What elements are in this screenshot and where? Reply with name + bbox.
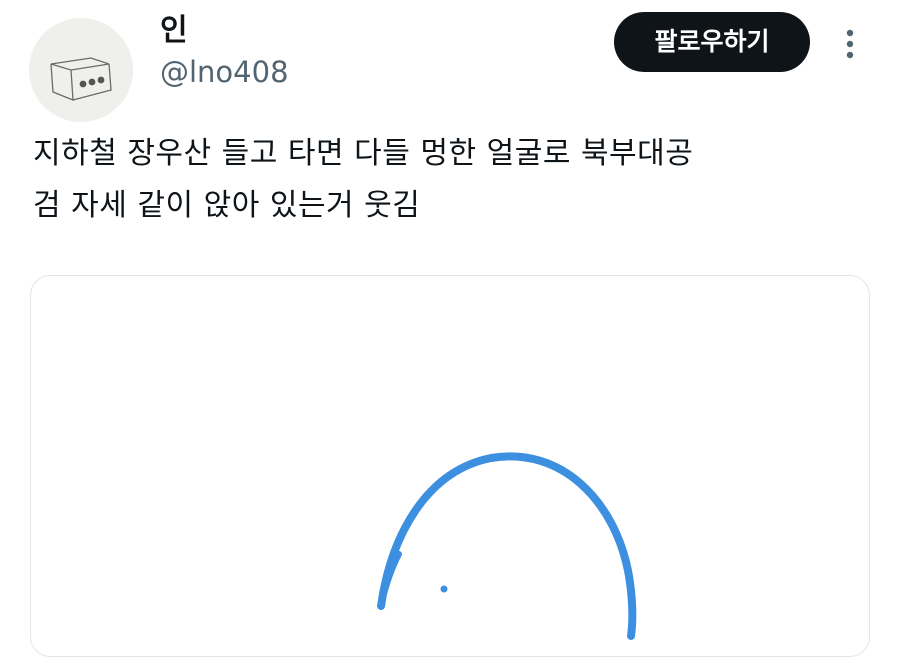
tweet-drawing-image — [377, 452, 637, 640]
display-name[interactable]: 인 — [160, 12, 188, 50]
tweet-text: 지하철 장우산 들고 타면 다들 멍한 얼굴로 북부대공 검 자세 같이 앉아 … — [33, 128, 883, 232]
tweet-text-line: 지하철 장우산 들고 타면 다들 멍한 얼굴로 북부대공 — [33, 136, 694, 171]
user-handle[interactable]: @lno408 — [160, 54, 289, 90]
box-doodle-image — [29, 18, 133, 122]
more-options-button[interactable] — [836, 24, 864, 64]
follow-button[interactable]: 팔로우하기 — [614, 12, 810, 72]
tweet-text-line: 검 자세 같이 앉아 있는거 웃김 — [33, 188, 421, 223]
more-vertical-icon — [846, 29, 854, 59]
avatar[interactable] — [29, 18, 133, 122]
